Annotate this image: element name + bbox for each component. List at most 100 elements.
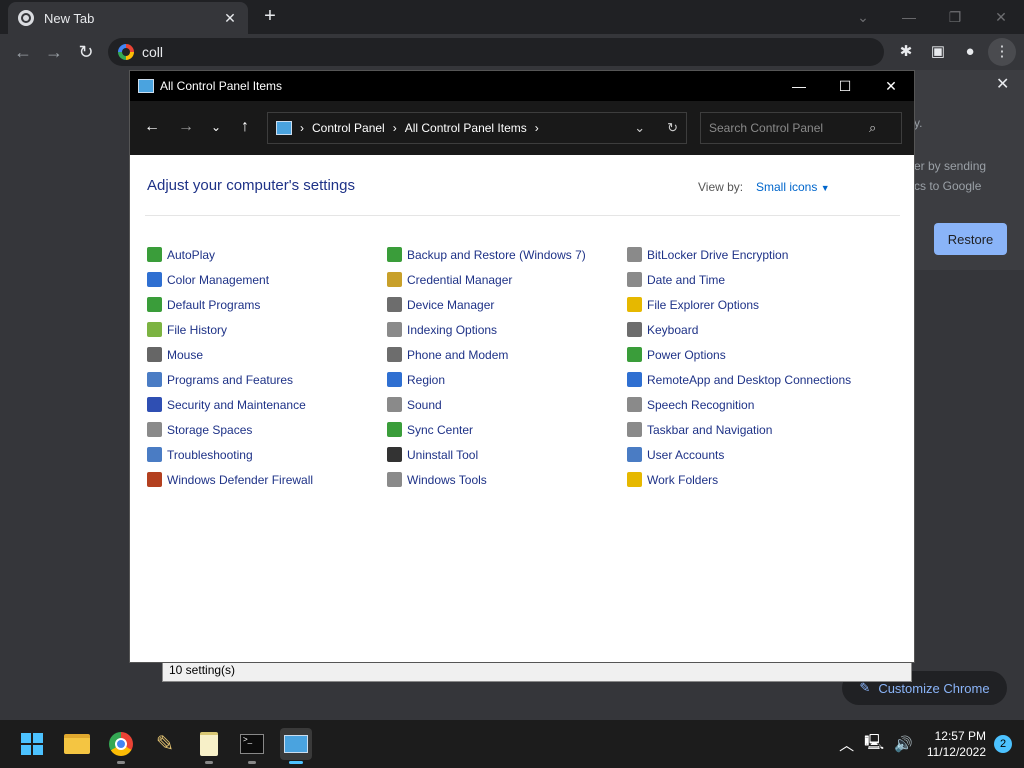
chrome-menu-icon[interactable]: ⋮	[988, 38, 1016, 66]
item-icon	[147, 472, 162, 487]
up-icon[interactable]: ↑	[235, 117, 255, 137]
restore-button[interactable]: Restore	[934, 223, 1007, 255]
control-panel-item[interactable]: Date and Time	[627, 267, 851, 292]
restore-icon[interactable]: ❐	[932, 9, 978, 26]
window-titlebar[interactable]: All Control Panel Items — ☐ ✕	[130, 71, 914, 101]
forward-icon[interactable]: →	[43, 41, 65, 63]
network-icon[interactable]: 🖳	[864, 732, 884, 757]
volume-icon[interactable]: 🔊	[894, 735, 913, 753]
chrome-tabstrip: New Tab ✕ + ⌄ — ❐ ✕	[0, 0, 1024, 34]
breadcrumb-all-items[interactable]: All Control Panel Items	[405, 121, 527, 135]
terminal-taskbar-button[interactable]: >_	[236, 728, 268, 764]
reload-icon[interactable]: ↻	[75, 41, 97, 63]
back-icon[interactable]: ←	[12, 41, 34, 63]
omnibox-input[interactable]	[142, 44, 742, 60]
tab-new-tab[interactable]: New Tab ✕	[8, 2, 248, 34]
control-panel-item[interactable]: Taskbar and Navigation	[627, 417, 851, 442]
item-icon	[147, 347, 162, 362]
control-panel-item[interactable]: RemoteApp and Desktop Connections	[627, 367, 851, 392]
notification-badge[interactable]: 2	[994, 735, 1012, 753]
side-panel-icon[interactable]: ▣	[922, 38, 954, 66]
control-panel-item[interactable]: Uninstall Tool	[387, 442, 586, 467]
control-panel-item[interactable]: Credential Manager	[387, 267, 586, 292]
tab-close-icon[interactable]: ✕	[222, 10, 238, 27]
minimize-icon[interactable]: —	[886, 9, 932, 25]
item-label: Sound	[407, 397, 442, 412]
terminal-icon: >_	[240, 734, 264, 754]
control-panel-item[interactable]: File History	[147, 317, 313, 342]
control-panel-item[interactable]: Troubleshooting	[147, 442, 313, 467]
clock[interactable]: 12:57 PM 11/12/2022	[927, 728, 986, 760]
control-panel-item[interactable]: Phone and Modem	[387, 342, 586, 367]
pencil-icon: ✎	[859, 680, 871, 695]
profile-icon[interactable]: ●	[954, 38, 986, 66]
search-box[interactable]: ⌕	[700, 112, 902, 144]
app-taskbar-button[interactable]: ✎	[149, 728, 181, 760]
control-panel-item[interactable]: Keyboard	[627, 317, 851, 342]
address-dropdown-icon[interactable]: ⌄	[634, 120, 645, 136]
new-tab-button[interactable]: +	[259, 6, 281, 26]
address-bar[interactable]: › Control Panel › All Control Panel Item…	[267, 112, 687, 144]
control-panel-item[interactable]: Work Folders	[627, 467, 851, 492]
back-icon[interactable]: ←	[142, 117, 162, 137]
maximize-button[interactable]: ☐	[822, 71, 868, 101]
item-icon	[387, 397, 402, 412]
item-icon	[627, 372, 642, 387]
control-panel-item[interactable]: Programs and Features	[147, 367, 313, 392]
control-panel-taskbar-button[interactable]	[280, 728, 312, 764]
omnibox[interactable]	[108, 38, 884, 66]
breadcrumb-chevron-icon[interactable]: ›	[535, 121, 539, 135]
close-button[interactable]: ✕	[868, 71, 914, 101]
control-panel-item[interactable]: BitLocker Drive Encryption	[627, 242, 851, 267]
control-panel-item[interactable]: AutoPlay	[147, 242, 313, 267]
control-panel-item[interactable]: Power Options	[627, 342, 851, 367]
control-panel-item[interactable]: Windows Tools	[387, 467, 586, 492]
control-panel-item[interactable]: Region	[387, 367, 586, 392]
breadcrumb-chevron-icon[interactable]: ›	[300, 121, 304, 135]
control-panel-item[interactable]: Storage Spaces	[147, 417, 313, 442]
control-panel-item[interactable]: Device Manager	[387, 292, 586, 317]
control-panel-item[interactable]: Backup and Restore (Windows 7)	[387, 242, 586, 267]
control-panel-item[interactable]: Windows Defender Firewall	[147, 467, 313, 492]
control-panel-item[interactable]: Security and Maintenance	[147, 392, 313, 417]
forward-icon[interactable]: →	[176, 117, 196, 137]
control-panel-item[interactable]: File Explorer Options	[627, 292, 851, 317]
item-label: AutoPlay	[167, 247, 216, 262]
notepad-icon	[200, 732, 218, 756]
breadcrumb-chevron-icon[interactable]: ›	[393, 121, 397, 135]
control-panel-item[interactable]: Sound	[387, 392, 586, 417]
item-icon	[387, 272, 402, 287]
chrome-taskbar-button[interactable]	[105, 728, 137, 764]
notepad-taskbar-button[interactable]	[193, 728, 225, 764]
chevron-up-icon[interactable]: ︿	[839, 734, 854, 755]
search-icon[interactable]: ⌕	[869, 120, 876, 136]
refresh-icon[interactable]: ↻	[667, 120, 678, 136]
window-title: All Control Panel Items	[160, 79, 283, 93]
control-panel-item[interactable]: Sync Center	[387, 417, 586, 442]
start-button[interactable]	[16, 728, 48, 760]
item-label: Device Manager	[407, 297, 495, 312]
breadcrumb-control-panel[interactable]: Control Panel	[312, 121, 385, 135]
extensions-icon[interactable]: ✱	[890, 38, 922, 66]
search-input[interactable]	[709, 121, 869, 135]
control-panel-item[interactable]: Mouse	[147, 342, 313, 367]
control-panel-item[interactable]: User Accounts	[627, 442, 851, 467]
control-panel-item[interactable]: Default Programs	[147, 292, 313, 317]
control-panel-item[interactable]: Indexing Options	[387, 317, 586, 342]
active-indicator	[289, 761, 303, 764]
windows-logo-icon	[21, 733, 43, 755]
item-label: User Accounts	[647, 447, 725, 462]
tab-search-icon[interactable]: ⌄	[840, 9, 886, 26]
close-icon[interactable]: ✕	[978, 9, 1024, 26]
control-panel-item[interactable]: Color Management	[147, 267, 313, 292]
item-icon	[387, 472, 402, 487]
item-label: Color Management	[167, 272, 270, 287]
item-icon	[387, 247, 402, 262]
close-icon[interactable]: ✕	[996, 74, 1009, 94]
control-panel-item[interactable]: Speech Recognition	[627, 392, 851, 417]
recent-locations-icon[interactable]: ⌄	[206, 117, 226, 137]
file-explorer-button[interactable]	[61, 728, 93, 760]
taskbar: ✎ >_ ︿ 🖳 🔊 12:57 PM 11/12/2022 2	[0, 720, 1024, 768]
view-by-dropdown[interactable]: Small icons ▼	[756, 180, 830, 194]
minimize-button[interactable]: —	[776, 71, 822, 101]
